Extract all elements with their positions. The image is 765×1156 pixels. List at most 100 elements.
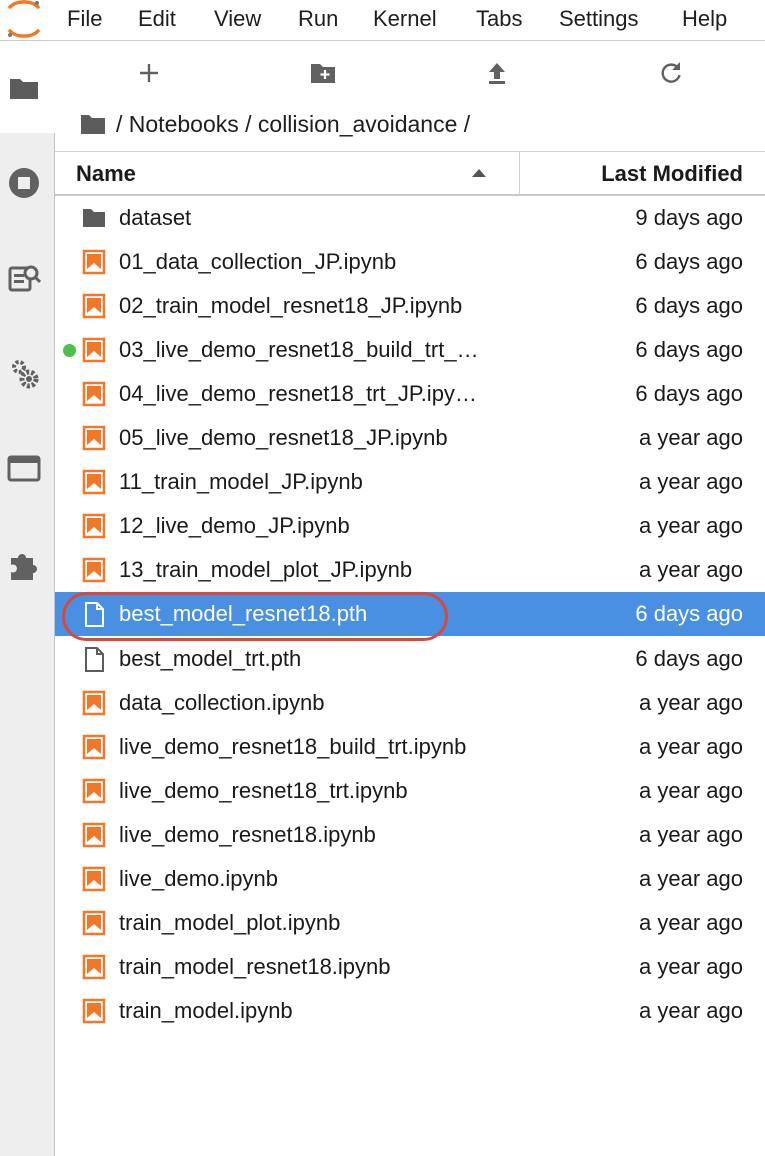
notebook-icon <box>82 690 106 715</box>
folder-icon[interactable] <box>80 113 106 135</box>
left-sidebar <box>0 41 55 1156</box>
notebook-icon <box>82 822 106 847</box>
file-row[interactable]: live_demo_resnet18_build_trt.ipynb a year… <box>55 725 765 769</box>
file-name: 13_train_model_plot_JP.ipynb <box>119 557 413 583</box>
file-last-modified: a year ago <box>639 425 743 451</box>
column-header-name[interactable]: Name <box>76 161 136 187</box>
file-name: live_demo.ipynb <box>119 865 278 891</box>
file-last-modified: 6 days ago <box>635 293 743 319</box>
file-row[interactable]: 05_live_demo_resnet18_JP.ipynb a year ago <box>55 416 765 460</box>
menu-file[interactable]: File <box>67 5 102 33</box>
file-name: 11_train_model_JP.ipynb <box>119 469 363 495</box>
file-row[interactable]: live_demo_resnet18_trt.ipynb a year ago <box>55 769 765 813</box>
menu-tabs[interactable]: Tabs <box>476 5 522 33</box>
file-row[interactable]: 01_data_collection_JP.ipynb 6 days ago <box>55 240 765 284</box>
jupyter-logo-icon[interactable] <box>4 0 42 38</box>
file-row[interactable]: train_model.ipynb a year ago <box>55 989 765 1033</box>
file-name: live_demo_resnet18_trt.ipynb <box>119 777 408 803</box>
file-icon <box>85 602 104 628</box>
file-row[interactable]: train_model_resnet18.ipynb a year ago <box>55 945 765 989</box>
column-header-last-modified[interactable]: Last Modified <box>601 161 743 187</box>
column-divider[interactable] <box>519 152 520 194</box>
file-last-modified: a year ago <box>639 733 743 759</box>
file-name: train_model_plot.ipynb <box>119 909 341 935</box>
file-name: best_model_trt.pth <box>119 645 302 671</box>
file-last-modified: a year ago <box>639 953 743 979</box>
refresh-icon[interactable] <box>657 59 685 87</box>
file-name: 03_live_demo_resnet18_build_trt_… <box>119 337 479 363</box>
file-name: 02_train_model_resnet18_JP.ipynb <box>119 293 463 319</box>
puzzle-extension-icon[interactable] <box>7 548 41 582</box>
file-name: 01_data_collection_JP.ipynb <box>119 249 397 275</box>
file-name: data_collection.ipynb <box>119 689 325 715</box>
file-row[interactable]: live_demo_resnet18.ipynb a year ago <box>55 813 765 857</box>
file-last-modified: a year ago <box>639 513 743 539</box>
file-last-modified: a year ago <box>639 469 743 495</box>
file-row[interactable]: 13_train_model_plot_JP.ipynb a year ago <box>55 548 765 592</box>
menu-kernel[interactable]: Kernel <box>373 5 437 33</box>
file-row[interactable]: live_demo.ipynb a year ago <box>55 857 765 901</box>
file-row[interactable]: 04_live_demo_resnet18_trt_JP.ipy… 6 days … <box>55 372 765 416</box>
gears-icon[interactable] <box>7 357 41 391</box>
tab-window-icon[interactable] <box>7 451 41 485</box>
file-row[interactable]: data_collection.ipynb a year ago <box>55 681 765 725</box>
folder-icon <box>83 209 105 227</box>
menu-bar: File Edit View Run Kernel Tabs Settings … <box>0 0 765 41</box>
file-row[interactable]: best_model_trt.pth 6 days ago <box>55 637 765 681</box>
notebook-icon <box>82 866 106 891</box>
file-last-modified: 6 days ago <box>635 601 743 627</box>
new-launcher-plus-icon[interactable] <box>135 59 163 87</box>
file-name: train_model_resnet18.ipynb <box>119 953 391 979</box>
file-name: live_demo_resnet18.ipynb <box>119 821 376 847</box>
notebook-icon <box>82 381 106 407</box>
file-last-modified: a year ago <box>639 997 743 1023</box>
file-name: train_model.ipynb <box>119 997 293 1023</box>
notebook-icon <box>82 470 106 495</box>
file-last-modified: a year ago <box>639 865 743 891</box>
file-last-modified: a year ago <box>639 777 743 803</box>
notebook-icon <box>82 910 106 936</box>
property-inspector-icon[interactable] <box>7 261 41 295</box>
file-name: live_demo_resnet18_build_trt.ipynb <box>119 733 467 759</box>
folder-icon[interactable] <box>7 72 41 106</box>
notebook-icon <box>82 293 106 319</box>
file-row-folder[interactable]: dataset 9 days ago <box>55 196 765 240</box>
menu-run[interactable]: Run <box>298 5 338 33</box>
notebook-icon <box>82 954 106 980</box>
menu-help[interactable]: Help <box>682 5 727 33</box>
sort-ascending-icon[interactable] <box>471 168 487 178</box>
file-name: 04_live_demo_resnet18_trt_JP.ipy… <box>119 381 477 407</box>
notebook-icon <box>82 558 106 583</box>
menu-edit[interactable]: Edit <box>138 5 176 33</box>
new-folder-icon[interactable] <box>309 59 337 87</box>
file-icon <box>85 646 104 672</box>
file-row[interactable]: 11_train_model_JP.ipynb a year ago <box>55 460 765 504</box>
upload-icon[interactable] <box>483 59 511 87</box>
file-row[interactable]: 03_live_demo_resnet18_build_trt_… 6 days … <box>55 328 765 372</box>
file-row[interactable]: 02_train_model_resnet18_JP.ipynb 6 days a… <box>55 284 765 328</box>
file-name: 05_live_demo_resnet18_JP.ipynb <box>119 425 448 451</box>
file-name: best_model_resnet18.pth <box>119 601 368 627</box>
file-last-modified: a year ago <box>639 557 743 583</box>
notebook-icon <box>82 426 106 451</box>
file-row[interactable]: best_model_resnet18.pth 6 days ago <box>55 592 765 637</box>
notebook-icon <box>82 998 106 1024</box>
file-row[interactable]: train_model_plot.ipynb a year ago <box>55 901 765 945</box>
file-last-modified: 6 days ago <box>635 249 743 275</box>
file-last-modified: a year ago <box>639 689 743 715</box>
file-last-modified: 6 days ago <box>635 645 743 671</box>
file-last-modified: a year ago <box>639 909 743 935</box>
menu-settings[interactable]: Settings <box>559 5 639 33</box>
notebook-icon <box>82 734 106 759</box>
breadcrumb-path[interactable]: / Notebooks / collision_avoidance / <box>116 110 470 138</box>
stop-circle-icon[interactable] <box>7 166 41 200</box>
notebook-icon <box>82 514 106 539</box>
file-row[interactable]: 12_live_demo_JP.ipynb a year ago <box>55 504 765 548</box>
file-last-modified: 6 days ago <box>635 381 743 407</box>
file-name: dataset <box>119 205 192 230</box>
running-kernel-indicator <box>63 344 76 358</box>
file-list-header: Name Last Modified <box>55 151 765 196</box>
file-last-modified: 6 days ago <box>635 337 743 363</box>
menu-view[interactable]: View <box>214 5 261 33</box>
file-last-modified: 9 days ago <box>635 205 743 230</box>
